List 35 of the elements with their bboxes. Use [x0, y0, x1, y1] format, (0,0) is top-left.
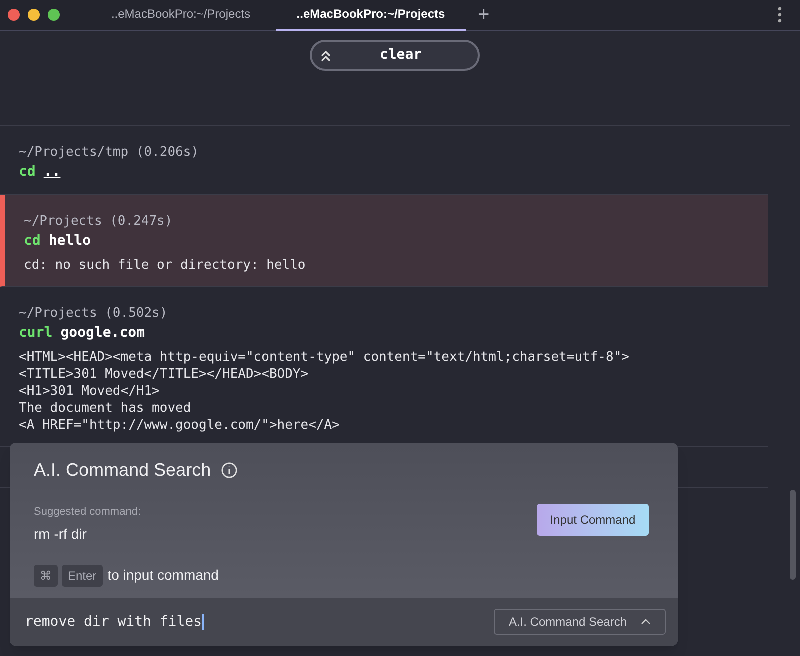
- command-text: curl: [19, 324, 53, 343]
- output-line: cd: no such file or directory: hello: [24, 257, 307, 274]
- collapse-icon: [320, 48, 332, 62]
- info-icon[interactable]: [221, 462, 238, 479]
- prompt-text: ~/Projects (0.502s): [19, 305, 169, 323]
- output-line: <H1>301 Moved</H1>: [19, 383, 161, 400]
- tab[interactable]: ..eMacBookPro:~/Projects: [86, 0, 276, 30]
- output-line: The document has moved: [19, 400, 192, 417]
- command-text: cd: [19, 163, 36, 182]
- shortcut-hint: to input command: [108, 566, 219, 585]
- argument-text: google.com: [60, 324, 146, 343]
- minimize-button[interactable]: [28, 9, 40, 21]
- mode-dropdown-button[interactable]: A.I. Command Search: [494, 609, 666, 635]
- key-cap: ⌘: [34, 564, 58, 586]
- new-tab-button[interactable]: +: [472, 5, 496, 25]
- suggested-label: Suggested command:: [34, 505, 142, 520]
- suggested-command: rm -rf dir: [34, 524, 88, 544]
- more-icon[interactable]: [778, 7, 782, 23]
- panel-title: A.I. Command Search: [34, 459, 212, 482]
- prompt-text: ~/Projects (0.247s): [24, 213, 174, 231]
- tab[interactable]: ..eMacBookPro:~/Projects: [276, 0, 466, 30]
- key-cap: Enter: [62, 564, 103, 586]
- argument-text: ..: [44, 163, 61, 182]
- output-line: <A HREF="http://www.google.com/">here</A>: [19, 417, 341, 434]
- input-command-button[interactable]: Input Command: [537, 504, 649, 536]
- prompt-text: ~/Projects/tmp (0.206s): [19, 144, 200, 162]
- caret-icon: [641, 619, 651, 625]
- query-input-field[interactable]: remove dir with files: [25, 612, 494, 632]
- output-line: <HTML><HEAD><meta http-equiv="content-type" content="text/html;charset=utf-8">: [19, 349, 630, 366]
- command-text: cd: [24, 232, 41, 251]
- sticky-command-button[interactable]: clear: [310, 40, 480, 71]
- maximize-button[interactable]: [48, 9, 60, 21]
- close-button[interactable]: [8, 9, 20, 21]
- output-line: <TITLE>301 Moved</TITLE></HEAD><BODY>: [19, 366, 310, 383]
- argument-text: hello: [48, 232, 92, 251]
